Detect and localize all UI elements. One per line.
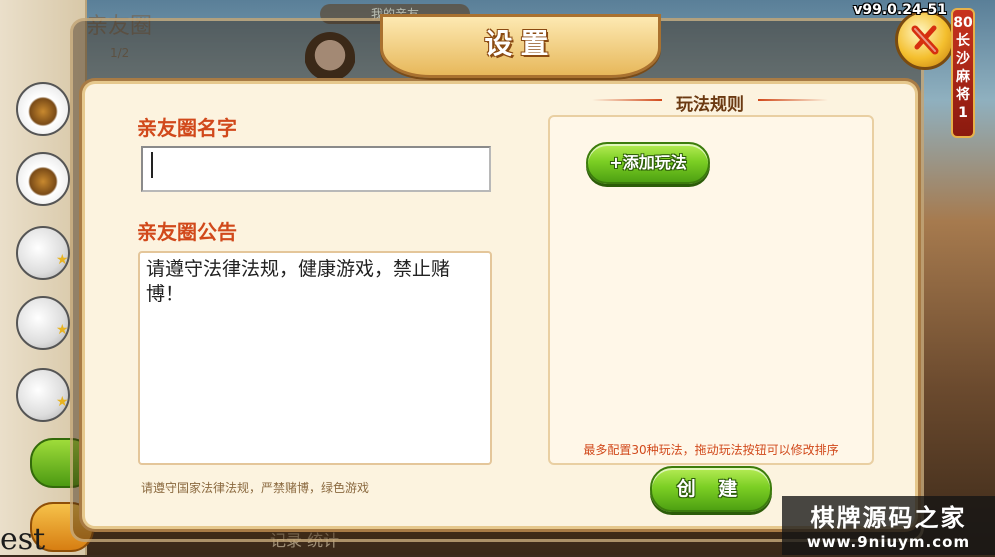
avatar[interactable] [16, 152, 70, 206]
club-announcement-input[interactable]: 请遵守法律法规，健康游戏，禁止赌博！ [138, 251, 492, 465]
watermark-title: 棋牌源码之家 [810, 504, 967, 532]
club-announcement-label: 亲友圈公告 [137, 220, 237, 244]
close-x-icon [911, 25, 939, 55]
add-rule-button[interactable]: +添加玩法 [586, 142, 710, 184]
avatar[interactable] [16, 82, 70, 136]
star-icon: ★ [56, 252, 69, 268]
text-caret [151, 152, 153, 178]
legal-hint: 请遵守国家法律法规，严禁赌博，绿色游戏 [141, 481, 370, 495]
rules-header: 玩法规则 [676, 95, 744, 115]
dialog-title: 设置 [484, 27, 557, 60]
game-mode-tag[interactable]: 80长沙麻将1 [951, 8, 975, 138]
club-name-label: 亲友圈名字 [137, 116, 237, 140]
watermark-url: www.9niuym.com [806, 533, 971, 551]
star-icon: ★ [56, 394, 69, 410]
star-icon: ★ [56, 322, 69, 338]
rules-hint: 最多配置30种玩法，拖动玩法按钮可以修改排序 [583, 443, 839, 457]
version-label: v99.0.24-51 [853, 2, 947, 18]
create-button[interactable]: 创 建 [650, 466, 772, 512]
watermark: 棋牌源码之家 www.9niuym.com [782, 496, 995, 555]
test-label: est [0, 522, 46, 557]
club-name-input[interactable] [141, 146, 491, 192]
close-button[interactable] [895, 10, 955, 70]
